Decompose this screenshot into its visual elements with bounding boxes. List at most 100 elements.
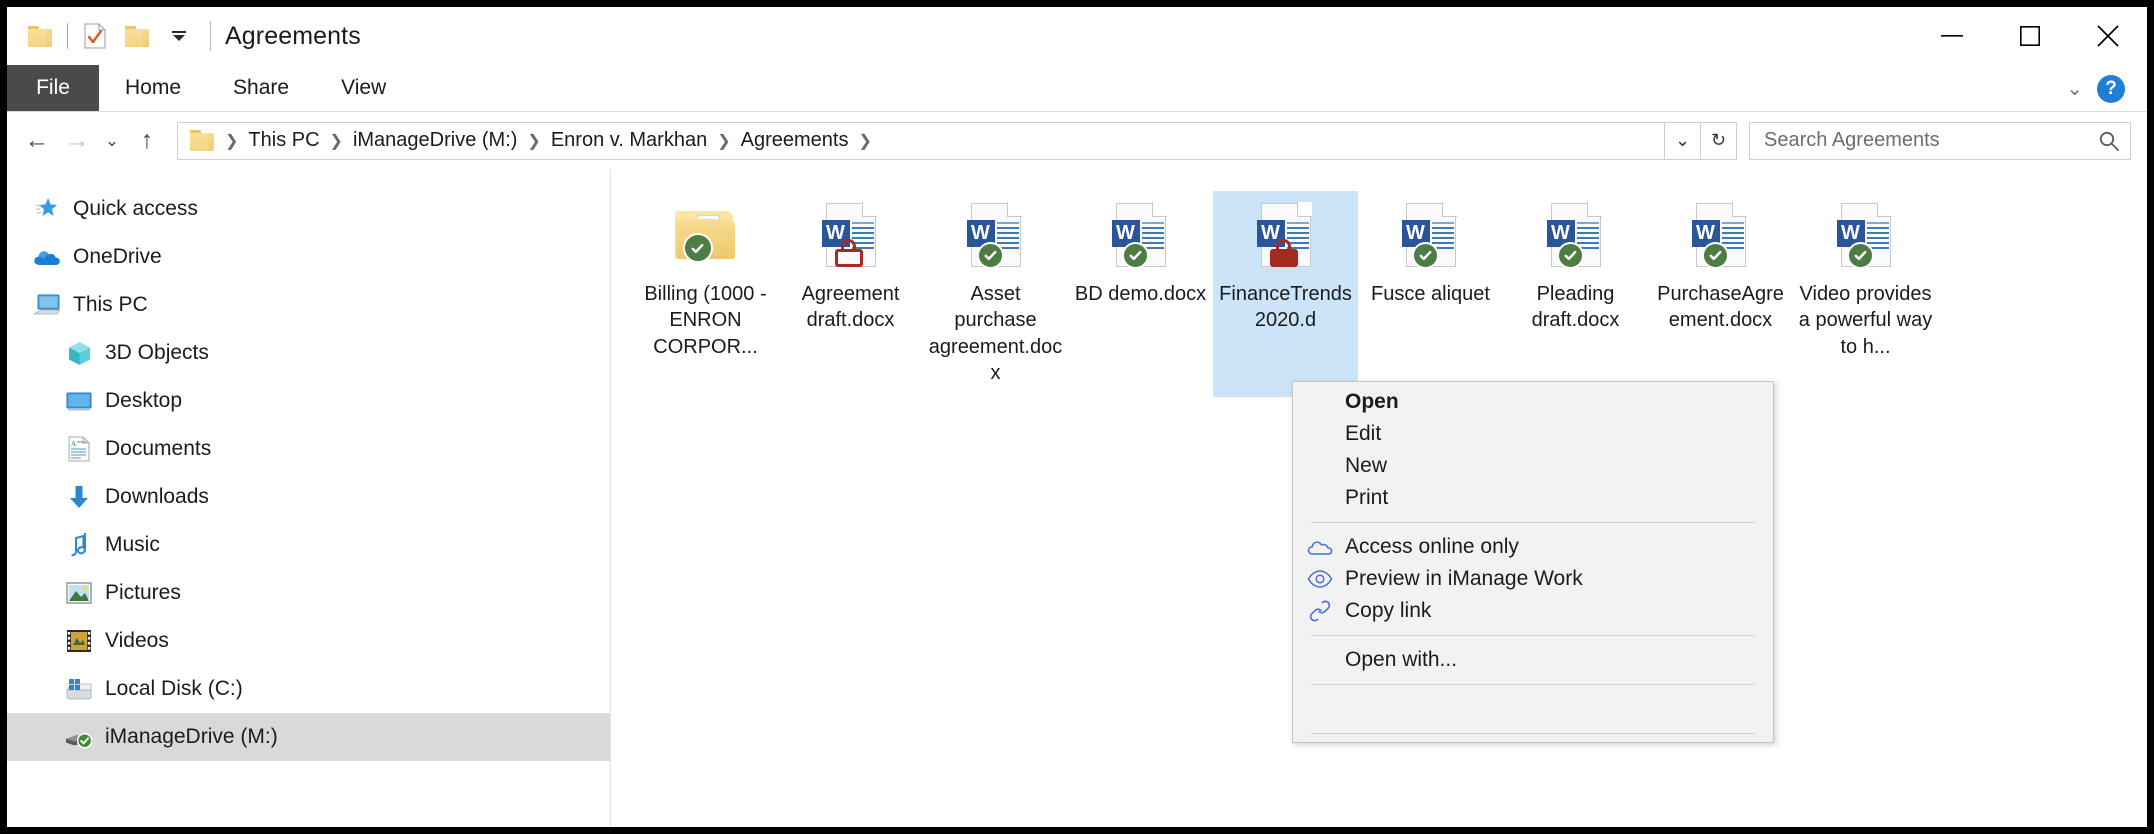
sidebar-item-label: Pictures — [105, 581, 181, 604]
search-box[interactable] — [1749, 121, 2131, 160]
sidebar-item-this-pc[interactable]: This PC — [7, 281, 610, 329]
context-menu-item-copy-link[interactable]: Copy link — [1293, 595, 1773, 627]
breadcrumb-item-enron-v-markhan[interactable]: Enron v. Markhan — [546, 127, 712, 154]
sidebar-item-quick-access[interactable]: Quick access — [7, 185, 610, 233]
file-tile[interactable]: W PurchaseAgreement.docx — [1648, 191, 1793, 397]
navigation-pane: Quick access OneDrive This PC 3D Objects… — [7, 169, 611, 827]
file-name: Billing (1000 - ENRON CORPOR... — [644, 283, 767, 358]
sidebar-item-music[interactable]: Music — [7, 521, 610, 569]
minimize-button[interactable] — [1913, 7, 1991, 65]
title-bar: Agreements — [7, 7, 2147, 65]
file-tile[interactable]: W BD demo.docx — [1068, 191, 1213, 397]
sync-check-badge-icon — [1121, 242, 1149, 269]
word-document-icon: W — [1684, 199, 1758, 273]
context-menu-item-label: Copy link — [1345, 599, 1432, 622]
up-button[interactable]: ↑ — [127, 121, 167, 161]
breadcrumb-item-imanagedrive[interactable]: iManageDrive (M:) — [348, 127, 522, 154]
hard-disk-icon — [65, 675, 93, 703]
close-button[interactable] — [2069, 7, 2147, 65]
sync-check-badge-icon — [1846, 242, 1874, 269]
sidebar-item-imanagedrive-m[interactable]: iManageDrive (M:) — [7, 713, 610, 761]
search-input[interactable] — [1764, 129, 2098, 152]
file-tile[interactable]: Billing (1000 - ENRON CORPOR... — [633, 191, 778, 397]
ribbon-right-controls: ⌄ ? — [2066, 65, 2137, 112]
file-tile[interactable]: W Pleading draft.docx — [1503, 191, 1648, 397]
context-menu-item-preview-in-imanage-work[interactable]: Preview in iManage Work — [1293, 563, 1773, 595]
checked-document-icon[interactable] — [74, 15, 116, 57]
refresh-button[interactable]: ↻ — [1701, 121, 1737, 160]
expand-ribbon-chevron-down-icon[interactable]: ⌄ — [2066, 76, 2083, 101]
breadcrumb-separator: ❯ — [225, 132, 239, 150]
sidebar-item-onedrive[interactable]: OneDrive — [7, 233, 610, 281]
sidebar-item-label: iManageDrive (M:) — [105, 725, 278, 748]
breadcrumb-item-agreements[interactable]: Agreements — [736, 127, 854, 154]
context-menu-item-new[interactable]: New — [1293, 450, 1773, 482]
context-menu-item-access-online-only[interactable]: Access online only — [1293, 531, 1773, 563]
computer-icon — [33, 291, 61, 319]
file-tile[interactable]: W Asset purchase agreement.docx — [923, 191, 1068, 397]
file-tile[interactable]: W Agreement draft.docx — [778, 191, 923, 397]
file-tile-selected[interactable]: W FinanceTrends2020.d — [1213, 191, 1358, 397]
explorer-body: Quick access OneDrive This PC 3D Objects… — [7, 169, 2147, 827]
word-document-icon: W — [959, 199, 1033, 273]
back-button[interactable]: ← — [17, 121, 57, 161]
file-explorer-window: Agreements File Home Share View ⌄ ? ← → … — [7, 7, 2147, 827]
qat-folder-icon[interactable] — [19, 15, 61, 57]
sidebar-item-label: Desktop — [105, 389, 183, 412]
eye-icon — [1307, 566, 1333, 592]
context-menu-item-open[interactable]: Open — [1293, 386, 1773, 418]
title-divider — [210, 21, 211, 51]
context-menu-item-edit[interactable]: Edit — [1293, 418, 1773, 450]
context-menu-item-send-to[interactable] — [1293, 693, 1773, 725]
link-icon — [1307, 598, 1333, 624]
sidebar-item-label: 3D Objects — [105, 341, 209, 364]
sidebar-item-videos[interactable]: Videos — [7, 617, 610, 665]
svg-text:A: A — [71, 440, 76, 448]
file-name: BD demo.docx — [1074, 283, 1207, 305]
cloud-icon — [33, 243, 61, 271]
breadcrumb[interactable]: ❯ This PC ❯ iManageDrive (M:) ❯ Enron v.… — [177, 121, 1665, 160]
word-document-icon: W — [814, 199, 888, 273]
sidebar-item-label: Music — [105, 533, 160, 556]
context-menu-separator — [1311, 522, 1755, 523]
context-menu-separator — [1311, 684, 1755, 685]
file-name: PurchaseAgreement.docx — [1657, 283, 1784, 332]
sync-check-badge-icon — [1701, 242, 1729, 269]
context-menu-item-print[interactable]: Print — [1293, 482, 1773, 514]
sidebar-item-documents[interactable]: A Documents — [7, 425, 610, 473]
sync-check-badge-icon — [1556, 242, 1584, 269]
tab-home[interactable]: Home — [99, 65, 207, 111]
folder-icon — [669, 199, 743, 273]
file-name: FinanceTrends2020.d — [1219, 283, 1352, 332]
recent-locations-chevron-down-icon[interactable]: ⌄ — [97, 121, 127, 161]
sidebar-item-local-disk-c[interactable]: Local Disk (C:) — [7, 665, 610, 713]
qat-customize-dropdown[interactable] — [158, 15, 200, 57]
address-dropdown-chevron-down-icon[interactable]: ⌄ — [1665, 121, 1701, 160]
sidebar-item-desktop[interactable]: Desktop — [7, 377, 610, 425]
cube-icon — [65, 339, 93, 367]
breadcrumb-folder-icon — [190, 130, 214, 151]
breadcrumb-separator: ❯ — [329, 132, 343, 150]
help-button[interactable]: ? — [2097, 74, 2125, 103]
file-name: Video provides a powerful way to h... — [1798, 283, 1933, 358]
sidebar-item-pictures[interactable]: Pictures — [7, 569, 610, 617]
sidebar-item-downloads[interactable]: Downloads — [7, 473, 610, 521]
tab-view[interactable]: View — [315, 65, 412, 111]
word-document-icon: W — [1249, 199, 1323, 273]
qat-new-folder-icon[interactable] — [116, 15, 158, 57]
sidebar-item-3d-objects[interactable]: 3D Objects — [7, 329, 610, 377]
lock-badge-icon — [834, 239, 864, 267]
star-pin-icon — [33, 195, 61, 223]
breadcrumb-separator: ❯ — [858, 132, 872, 150]
sidebar-item-label: This PC — [73, 293, 148, 316]
maximize-button[interactable] — [1991, 7, 2069, 65]
file-tile[interactable]: W Fusce aliquet — [1358, 191, 1503, 397]
tab-share[interactable]: Share — [207, 65, 315, 111]
context-menu-item-label: Preview in iManage Work — [1345, 567, 1583, 590]
context-menu-item-open-with[interactable]: Open with... — [1293, 644, 1773, 676]
window-title: Agreements — [225, 21, 361, 50]
breadcrumb-item-this-pc[interactable]: This PC — [243, 127, 324, 154]
file-name: Asset purchase agreement.docx — [928, 283, 1063, 385]
tab-file[interactable]: File — [7, 65, 99, 111]
file-tile[interactable]: W Video provides a powerful way to h... — [1793, 191, 1938, 397]
